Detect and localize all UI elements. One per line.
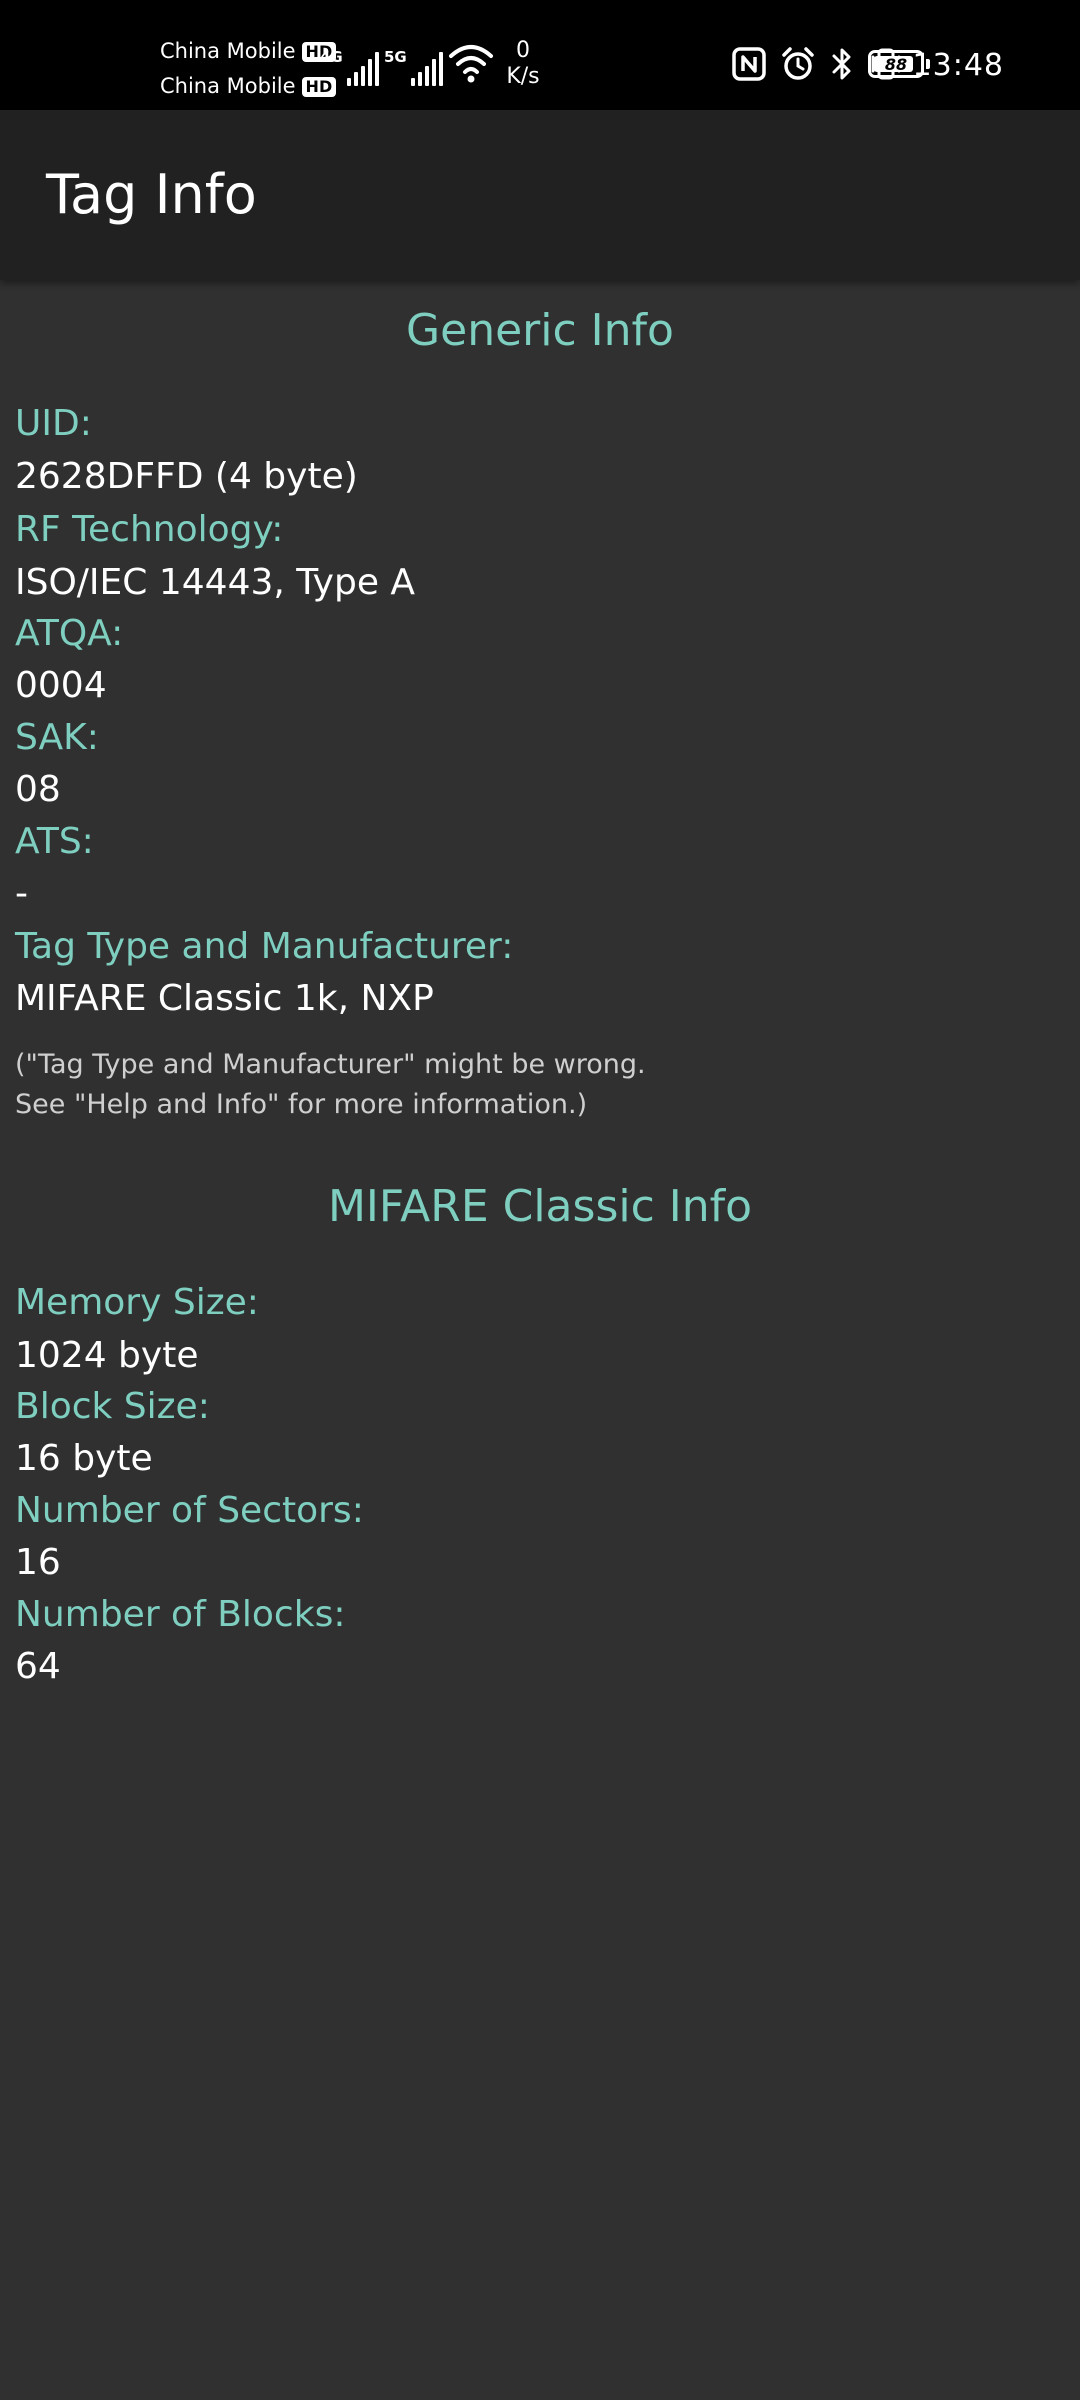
carrier-info: China Mobile HD China Mobile HD [160, 34, 337, 104]
sectors-value: 16 [15, 1542, 61, 1583]
block-size-value: 16 byte [15, 1438, 153, 1479]
rf-technology-label: RF Technology: [15, 509, 284, 550]
page-title: Tag Info [46, 163, 257, 226]
signal-icon: 4G [320, 38, 379, 86]
tag-type-note-line-1: ("Tag Type and Manufacturer" might be wr… [15, 1049, 646, 1080]
bluetooth-icon [832, 48, 851, 80]
mifare-info-title: MIFARE Classic Info [327, 1181, 753, 1232]
clock: 13:48 [912, 48, 1004, 83]
status-bar: China Mobile HD China Mobile HD 4G 5G 0 … [0, 0, 1080, 110]
atqa-value: 0004 [15, 665, 107, 706]
ats-value: - [15, 873, 28, 914]
network-type-2: 5G [384, 48, 407, 66]
generic-info-title: Generic Info [406, 305, 674, 356]
sectors-label: Number of Sectors: [15, 1490, 364, 1531]
nfc-icon [732, 47, 766, 81]
signal-icon-2: 5G [384, 38, 443, 86]
ats-label: ATS: [15, 821, 94, 862]
sak-label: SAK: [15, 717, 99, 758]
tag-type-note-line-2: See "Help and Info" for more information… [15, 1089, 588, 1120]
memory-size-label: Memory Size: [15, 1282, 259, 1323]
block-size-label: Block Size: [15, 1386, 210, 1427]
battery-level: 88 [884, 54, 908, 74]
net-speed-value: 0 [516, 38, 530, 63]
blocks-value: 64 [15, 1646, 61, 1687]
memory-size-value: 1024 byte [15, 1335, 199, 1376]
blocks-label: Number of Blocks: [15, 1594, 346, 1635]
carrier-name-2: China Mobile [160, 74, 296, 98]
net-speed-unit: K/s [506, 64, 540, 89]
app-bar: Tag Info [0, 110, 1080, 280]
tag-type-value: MIFARE Classic 1k, NXP [15, 978, 434, 1019]
rf-technology-value: ISO/IEC 14443, Type A [15, 562, 416, 603]
tag-type-label: Tag Type and Manufacturer: [15, 926, 514, 967]
uid-label: UID: [15, 403, 92, 444]
net-speed: 0 K/s [500, 38, 546, 90]
uid-value: 2628DFFD (4 byte) [15, 456, 358, 497]
sak-value: 08 [15, 769, 61, 810]
alarm-icon [782, 47, 814, 80]
wifi-icon [449, 45, 493, 83]
network-type-1: 4G [320, 48, 343, 66]
carrier-name-1: China Mobile [160, 39, 296, 63]
atqa-label: ATQA: [15, 613, 124, 654]
